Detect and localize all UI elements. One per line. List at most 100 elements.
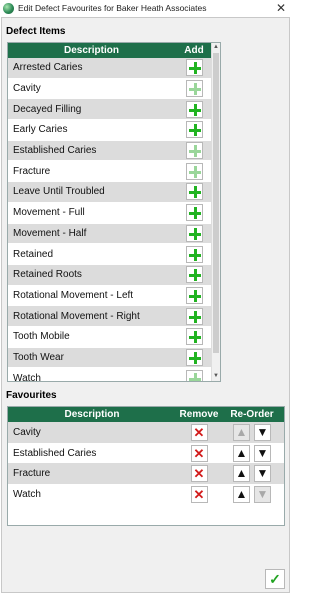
defect-label: Rotational Movement - Left <box>13 289 134 301</box>
favourite-row[interactable]: Established Caries ✕ ▲ ▼ <box>8 442 284 464</box>
defect-row[interactable]: Early Caries <box>8 120 220 141</box>
add-plus-icon[interactable] <box>185 245 203 263</box>
remove-x-icon[interactable]: ✕ <box>190 423 208 441</box>
add-cell <box>175 245 213 263</box>
defect-rows: Arrested Caries Cavity Decayed Filling Earl… <box>8 58 220 382</box>
remove-cell: ✕ <box>176 465 222 483</box>
add-cell <box>175 142 213 160</box>
add-cell <box>175 80 213 98</box>
move-up-arrow-icon[interactable]: ▲ <box>233 485 250 503</box>
favourite-label: Cavity <box>13 426 41 438</box>
defect-scrollbar[interactable]: ▲ ▼ <box>211 43 220 381</box>
defect-items-grid: Description Add Arrested Caries Cavity Dec… <box>7 42 221 382</box>
add-plus-icon[interactable] <box>185 121 203 139</box>
move-down-arrow-icon[interactable]: ▼ <box>254 444 271 462</box>
defect-row[interactable]: Established Caries <box>8 140 220 162</box>
remove-x-icon[interactable]: ✕ <box>190 465 208 483</box>
add-plus-icon[interactable] <box>185 204 203 222</box>
remove-cell: ✕ <box>176 423 222 441</box>
scroll-thumb[interactable] <box>213 53 219 353</box>
add-cell <box>175 59 213 77</box>
defect-label: Rotational Movement - Right <box>13 310 140 322</box>
add-plus-icon[interactable] <box>185 59 203 77</box>
add-cell <box>175 204 213 222</box>
defect-row[interactable]: Fracture <box>8 161 220 183</box>
defect-label: Fracture <box>13 165 51 177</box>
defect-row[interactable]: Movement - Half <box>8 223 220 245</box>
scroll-down-icon[interactable]: ▼ <box>212 372 220 381</box>
add-plus-icon[interactable] <box>185 369 203 381</box>
ok-button[interactable]: ✓ <box>265 569 285 589</box>
add-column-header: Add <box>184 45 204 56</box>
favourite-row[interactable]: Fracture ✕ ▲ ▼ <box>8 463 284 485</box>
add-cell <box>175 369 213 381</box>
favourites-title: Favourites <box>6 390 57 401</box>
add-plus-icon[interactable] <box>185 224 203 242</box>
dialog-body: Defect Items Description Add Arrested Ca… <box>1 17 290 593</box>
defect-row[interactable]: Cavity <box>8 78 220 100</box>
remove-x-icon[interactable]: ✕ <box>190 444 208 462</box>
move-up-arrow-icon[interactable]: ▲ <box>233 465 250 483</box>
favourite-row[interactable]: Cavity ✕ ▲ ▼ <box>8 422 284 443</box>
move-up-arrow-icon[interactable]: ▲ <box>233 444 250 462</box>
add-cell <box>175 307 213 325</box>
add-plus-icon[interactable] <box>185 286 203 304</box>
favourite-label: Established Caries <box>13 447 97 459</box>
reorder-cell: ▲ ▼ <box>222 423 282 441</box>
remove-cell: ✕ <box>176 444 222 462</box>
defect-label: Leave Until Troubled <box>13 186 105 198</box>
reorder-column-header: Re-Order <box>230 409 274 420</box>
add-cell <box>175 286 213 304</box>
defect-row[interactable]: Movement - Full <box>8 202 220 224</box>
add-cell <box>175 348 213 366</box>
defect-row[interactable]: Tooth Mobile <box>8 326 220 348</box>
defect-label: Established Caries <box>13 145 97 157</box>
add-cell <box>175 224 213 242</box>
defect-items-title: Defect Items <box>6 26 66 37</box>
add-plus-icon[interactable] <box>185 142 203 160</box>
description-column-header: Description <box>63 45 119 56</box>
favourites-grid-header: Description Remove Re-Order <box>8 407 284 422</box>
favourite-row[interactable]: Watch ✕ ▲ ▼ <box>8 484 284 505</box>
defect-row[interactable]: Rotational Movement - Left <box>8 285 220 307</box>
add-plus-icon[interactable] <box>185 328 203 346</box>
close-button[interactable]: ✕ <box>271 1 291 15</box>
defect-row[interactable]: Tooth Wear <box>8 347 220 369</box>
move-up-arrow-icon[interactable]: ▲ <box>233 423 250 441</box>
defect-label: Arrested Caries <box>13 62 83 74</box>
defect-label: Retained <box>13 248 54 260</box>
add-plus-icon[interactable] <box>185 162 203 180</box>
defect-label: Watch <box>13 372 41 382</box>
defect-label: Cavity <box>13 83 41 95</box>
defect-label: Movement - Half <box>13 227 87 239</box>
defect-row[interactable]: Leave Until Troubled <box>8 182 220 203</box>
move-down-arrow-icon[interactable]: ▼ <box>254 485 271 503</box>
favourite-label: Watch <box>13 488 41 500</box>
remove-cell: ✕ <box>176 485 222 503</box>
favourite-label: Fracture <box>13 468 51 480</box>
move-down-arrow-icon[interactable]: ▼ <box>254 465 271 483</box>
add-plus-icon[interactable] <box>185 348 203 366</box>
reorder-cell: ▲ ▼ <box>222 444 282 462</box>
defect-row[interactable]: Decayed Filling <box>8 99 220 121</box>
reorder-cell: ▲ ▼ <box>222 465 282 483</box>
scroll-up-icon[interactable]: ▲ <box>212 43 220 52</box>
add-cell <box>175 183 213 201</box>
defect-row[interactable]: Retained Roots <box>8 264 220 286</box>
add-cell <box>175 162 213 180</box>
add-plus-icon[interactable] <box>185 266 203 284</box>
defect-row[interactable]: Retained <box>8 244 220 265</box>
defect-row[interactable]: Arrested Caries <box>8 58 220 79</box>
add-plus-icon[interactable] <box>185 183 203 201</box>
defect-row[interactable]: Watch <box>8 368 220 382</box>
favourites-grid: Description Remove Re-Order Cavity ✕ ▲ ▼ Est… <box>7 406 285 526</box>
move-down-arrow-icon[interactable]: ▼ <box>254 423 271 441</box>
add-plus-icon[interactable] <box>185 307 203 325</box>
add-plus-icon[interactable] <box>185 80 203 98</box>
window-title: Edit Defect Favourites for Baker Heath A… <box>18 3 207 13</box>
defect-row[interactable]: Rotational Movement - Right <box>8 306 220 327</box>
add-plus-icon[interactable] <box>185 100 203 118</box>
app-icon <box>3 2 14 14</box>
remove-x-icon[interactable]: ✕ <box>190 485 208 503</box>
remove-column-header: Remove <box>179 409 219 420</box>
